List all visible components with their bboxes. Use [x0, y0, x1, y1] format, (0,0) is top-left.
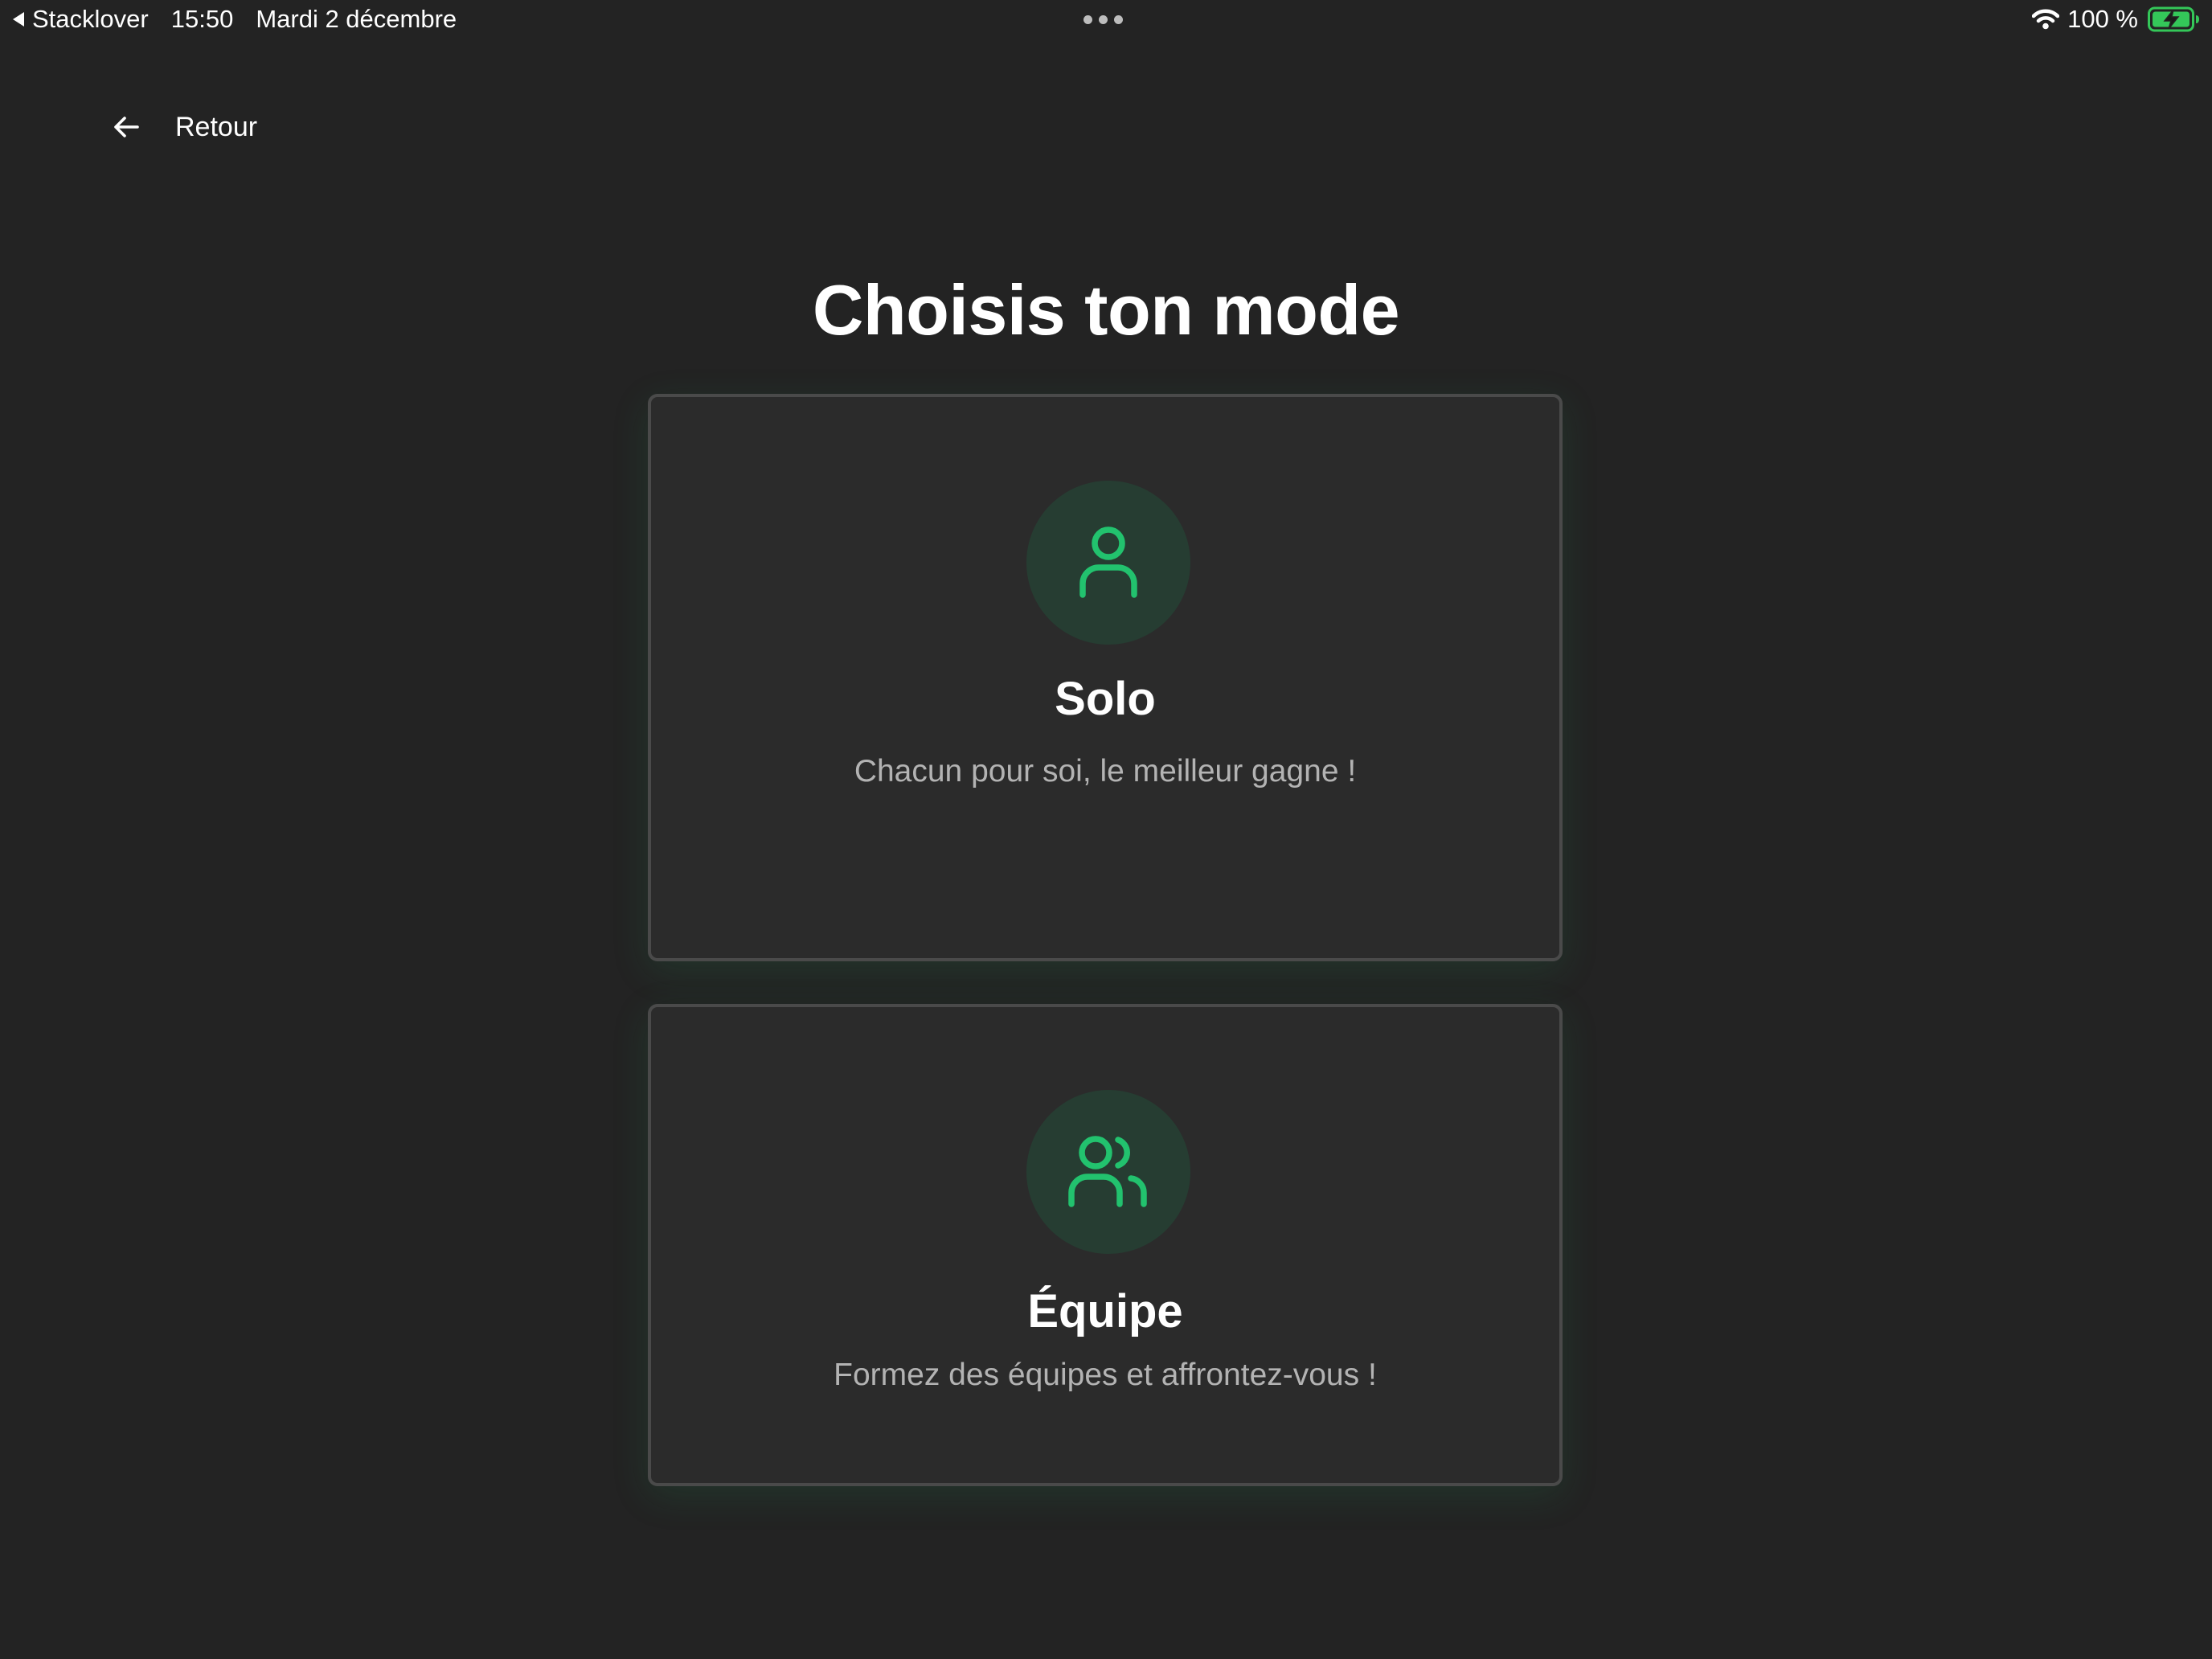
mode-card-team[interactable]: Équipe Formez des équipes et affrontez-v…	[648, 1004, 1563, 1486]
status-left: Stacklover 15:50 Mardi 2 décembre	[13, 5, 457, 34]
mode-title-solo: Solo	[1055, 673, 1156, 725]
mode-title-team: Équipe	[1027, 1285, 1183, 1337]
back-button[interactable]: Retour	[113, 104, 257, 150]
users-icon	[1068, 1136, 1147, 1207]
status-date: Mardi 2 décembre	[256, 5, 457, 33]
battery-percentage: 100 %	[2067, 5, 2138, 33]
battery-charging-icon	[2148, 6, 2199, 32]
wifi-icon	[2032, 9, 2060, 30]
team-icon-circle	[1026, 1090, 1190, 1254]
back-to-app-icon[interactable]	[13, 12, 24, 27]
multitasking-dots-icon[interactable]	[1083, 15, 1123, 24]
status-right: 100 %	[2032, 5, 2201, 34]
user-icon	[1079, 526, 1137, 598]
page-title: Choisis ton mode	[812, 270, 1400, 350]
mode-description-solo: Chacun pour soi, le meilleur gagne !	[854, 754, 1357, 789]
back-button-label: Retour	[175, 111, 258, 142]
back-to-app-label[interactable]: Stacklover	[32, 5, 149, 34]
status-bar: Stacklover 15:50 Mardi 2 décembre 100 %	[0, 0, 2212, 42]
mode-card-solo[interactable]: Solo Chacun pour soi, le meilleur gagne …	[648, 394, 1563, 961]
arrow-left-icon	[114, 117, 139, 137]
status-time: 15:50	[170, 5, 234, 33]
solo-icon-circle	[1026, 481, 1190, 645]
mode-description-team: Formez des équipes et affrontez-vous !	[834, 1358, 1377, 1392]
